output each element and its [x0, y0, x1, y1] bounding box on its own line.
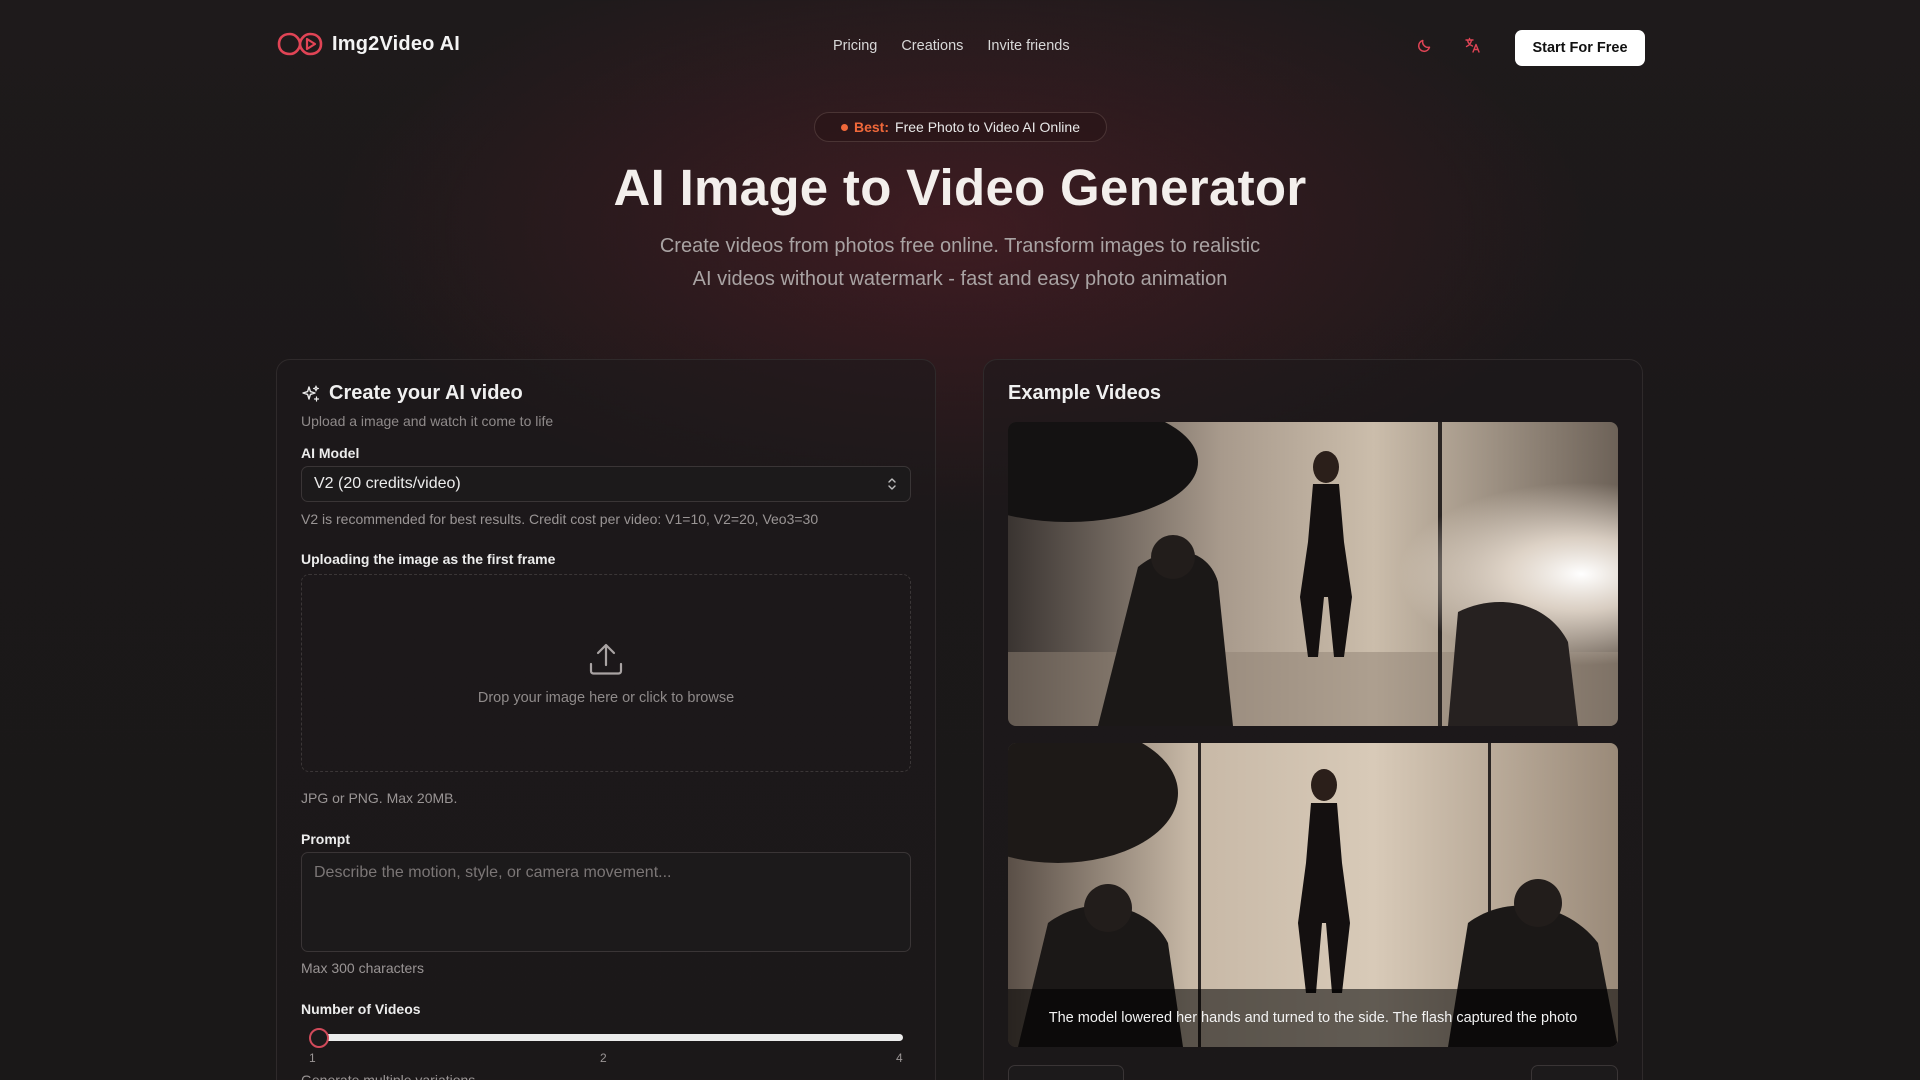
- create-card-title-text: Create your AI video: [329, 382, 523, 404]
- site-header: Img2Video AI Pricing Creations Invite fr…: [0, 0, 1920, 96]
- logo-icon: [277, 32, 323, 56]
- sparkles-icon: [302, 384, 320, 402]
- badge-text: Free Photo to Video AI Online: [895, 119, 1080, 135]
- example-videos-card: Example Videos The model lowered her han…: [983, 359, 1643, 1080]
- slider-tick-2: 2: [600, 1051, 607, 1065]
- brand-name: Img2Video AI: [332, 32, 460, 55]
- hero-badge: Best: Free Photo to Video AI Online: [814, 112, 1107, 142]
- video-count-slider-track[interactable]: [315, 1034, 903, 1041]
- upload-label: Uploading the image as the first frame: [301, 551, 556, 567]
- image-dropzone[interactable]: Drop your image here or click to browse: [301, 574, 911, 772]
- video-count-hint: Generate multiple variations: [301, 1072, 476, 1080]
- chevron-up-down-icon: [888, 478, 896, 490]
- main-nav: Pricing Creations Invite friends: [833, 38, 1070, 54]
- video-count-label: Number of Videos: [301, 1001, 421, 1017]
- theme-toggle-button[interactable]: [1413, 33, 1437, 57]
- prompt-textarea[interactable]: Describe the motion, style, or camera mo…: [301, 852, 911, 952]
- create-card-description: Upload a image and watch it come to life: [301, 413, 554, 429]
- create-video-card: Create your AI video Upload a image and …: [276, 359, 936, 1080]
- model-label: AI Model: [301, 445, 360, 461]
- next-example-button[interactable]: [1531, 1065, 1618, 1080]
- upload-icon: [589, 643, 623, 675]
- create-card-title: Create your AI video: [301, 382, 523, 405]
- model-hint: V2 is recommended for best results. Cred…: [301, 511, 819, 527]
- example-video-1[interactable]: [1008, 422, 1618, 726]
- moon-icon: [1417, 39, 1431, 53]
- example-video-1-image: [1008, 422, 1618, 726]
- nav-invite-friends[interactable]: Invite friends: [987, 38, 1069, 54]
- language-button[interactable]: [1461, 33, 1485, 57]
- page-subtitle: Create videos from photos free online. T…: [610, 230, 1310, 296]
- start-for-free-button[interactable]: Start For Free: [1515, 30, 1645, 66]
- previous-example-button[interactable]: [1008, 1065, 1124, 1080]
- badge-dot: [841, 123, 848, 131]
- brand-logo[interactable]: Img2Video AI: [276, 29, 460, 59]
- example-video-2[interactable]: The model lowered her hands and turned t…: [1008, 743, 1618, 1047]
- upload-hint: JPG or PNG. Max 20MB.: [301, 790, 458, 806]
- nav-pricing[interactable]: Pricing: [833, 38, 877, 54]
- dropzone-text: Drop your image here or click to browse: [477, 690, 735, 706]
- slider-tick-4: 4: [896, 1051, 903, 1065]
- badge-strong: Best:: [854, 119, 890, 135]
- slider-tick-1: 1: [309, 1051, 316, 1065]
- prompt-label: Prompt: [301, 831, 350, 847]
- video-count-slider-thumb[interactable]: [309, 1028, 329, 1048]
- subtitle-line-1: Create videos from photos free online. T…: [659, 235, 1261, 257]
- page-title: AI Image to Video Generator: [613, 159, 1307, 216]
- translate-icon: [1465, 37, 1480, 53]
- example-video-caption: The model lowered her hands and turned t…: [1008, 989, 1618, 1047]
- model-select[interactable]: V2 (20 credits/video): [301, 466, 911, 502]
- prompt-hint: Max 300 characters: [301, 960, 424, 976]
- example-videos-title: Example Videos: [1008, 382, 1162, 404]
- model-select-value: V2 (20 credits/video): [314, 475, 461, 492]
- nav-creations[interactable]: Creations: [901, 38, 963, 54]
- subtitle-line-2: AI videos without watermark - fast and e…: [692, 268, 1228, 290]
